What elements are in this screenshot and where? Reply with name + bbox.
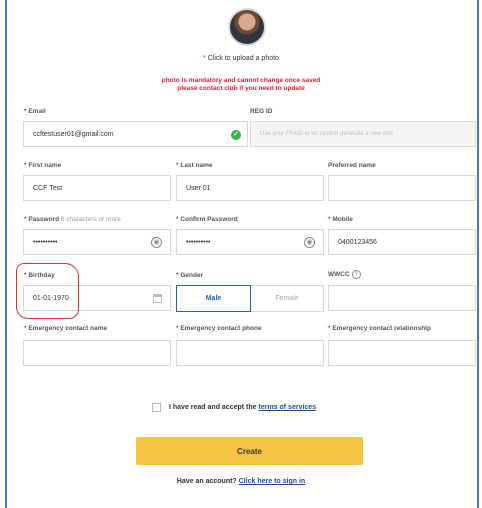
first-name-label: * First name [24, 162, 62, 169]
emergency-phone-label: * Emergency contact phone [176, 325, 262, 332]
mobile-field[interactable]: 0400123456 [328, 229, 476, 255]
gender-female-option[interactable]: Female [251, 285, 324, 312]
preferred-name-field[interactable] [328, 175, 476, 201]
terms-text: I have read and accept the terms of serv… [169, 404, 317, 411]
profile-photo[interactable] [228, 8, 266, 46]
password-field[interactable]: •••••••••• ◉ [23, 229, 171, 255]
gender-label: * Gender [176, 272, 204, 279]
show-password-icon[interactable]: ◉ [304, 237, 315, 248]
birthday-highlight-annotation [16, 263, 79, 319]
terms-link[interactable]: terms of services [259, 404, 317, 411]
email-field[interactable]: ccftestuser01@gmail.com ✓ [23, 121, 248, 147]
emergency-relationship-field[interactable] [328, 340, 476, 366]
emergency-relationship-label: * Emergency contact relationship [328, 325, 431, 332]
reg-id-label: REG ID [250, 108, 273, 115]
password-label: * Password 6 characters or more [24, 216, 121, 223]
upload-photo-link[interactable]: * Click to upload a photo [0, 55, 482, 62]
first-name-field[interactable]: CCF Test [23, 175, 171, 201]
last-name-label: * Last name [176, 162, 213, 169]
show-password-icon[interactable]: ◉ [151, 237, 162, 248]
terms-checkbox[interactable] [152, 403, 161, 412]
photo-warning-line2: please contact club if you need to updat… [177, 85, 305, 92]
mobile-label: * Mobile [328, 216, 353, 223]
check-icon: ✓ [231, 130, 241, 140]
reg-id-field[interactable]: Use your FFAID or let system generate a … [250, 121, 476, 147]
signin-text: Have an account? Click here to sign in [176, 478, 306, 485]
emergency-phone-field[interactable] [176, 340, 324, 366]
help-icon[interactable]: ? [351, 270, 361, 279]
emergency-name-label: * Emergency contact name [24, 325, 108, 332]
photo-warning: photo is mandatory and cannot change onc… [0, 77, 482, 93]
wwcc-label: WWCC? [328, 270, 361, 279]
confirm-password-field[interactable]: •••••••••• ◉ [176, 229, 324, 255]
wwcc-field[interactable] [328, 285, 476, 311]
last-name-field[interactable]: User 01 [176, 175, 324, 201]
confirm-password-label: * Confirm Password [176, 216, 238, 223]
password-hint: 6 characters or more [60, 216, 121, 223]
emergency-name-field[interactable] [23, 340, 171, 366]
upload-photo-label: Click to upload a photo [207, 55, 279, 62]
calendar-icon[interactable] [153, 294, 162, 303]
signin-link[interactable]: Click here to sign in [239, 478, 306, 485]
gender-male-option[interactable]: Male [176, 285, 251, 312]
preferred-name-label: Preferred name [328, 162, 376, 169]
email-label: * Email [24, 108, 46, 115]
photo-warning-line1: photo is mandatory and cannot change onc… [161, 77, 321, 84]
create-button[interactable]: Create [136, 437, 363, 465]
